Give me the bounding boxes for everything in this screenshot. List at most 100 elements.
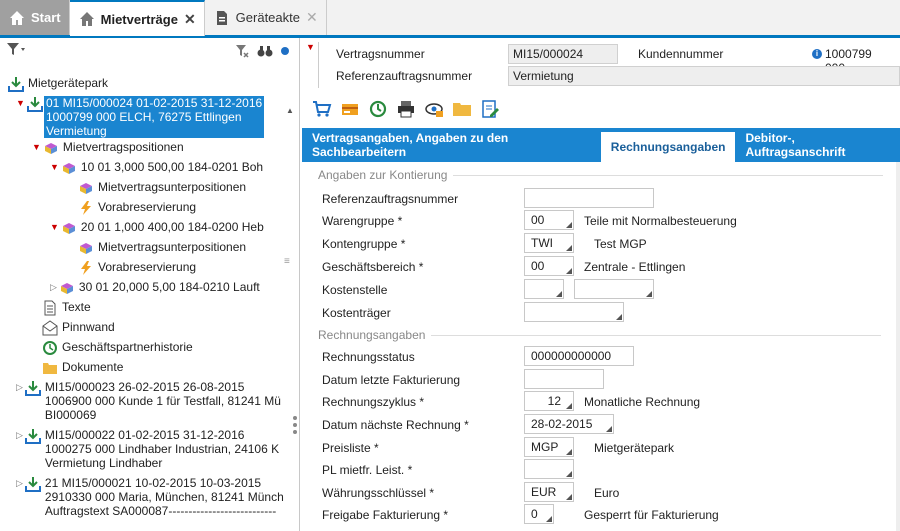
expand-caret-icon[interactable]: ▼ bbox=[50, 220, 59, 234]
edit-document-icon[interactable] bbox=[480, 99, 500, 119]
section-rechnungsangaben: Rechnungsangaben bbox=[318, 328, 882, 342]
collapse-caret-icon[interactable]: ▷ bbox=[16, 428, 23, 442]
referenz-form-field[interactable] bbox=[524, 188, 654, 208]
collapse-caret-icon[interactable]: ▷ bbox=[16, 476, 23, 490]
pos3-label: 30 01 20,000 5,00 184-0210 Lauft bbox=[78, 280, 260, 294]
splitter-handle[interactable] bbox=[293, 416, 297, 437]
tab-geraeteakte[interactable]: Geräteakte ✕ bbox=[204, 0, 327, 35]
history-icon[interactable] bbox=[368, 99, 388, 119]
preisliste-select[interactable]: MGP bbox=[524, 437, 574, 457]
tree-item-pos2-sub[interactable]: Mietvertragsunterpositionen bbox=[78, 240, 246, 256]
tree-item-contract-text[interactable]: 01 MI15/000024 01-02-2015 31-12-2016 100… bbox=[44, 96, 264, 138]
tab-geraeteakte-label: Geräteakte bbox=[235, 10, 300, 25]
tab-start[interactable]: Start bbox=[0, 0, 70, 35]
invoice-form: Angaben zur Kontierung Referenzauftragsn… bbox=[302, 162, 900, 531]
pos1-label: 10 01 3,000 500,00 184-0201 Boh bbox=[80, 160, 264, 174]
expand-caret-icon[interactable]: ▼ bbox=[50, 160, 59, 174]
tree-item-contract-4[interactable]: ▷ 21 MI15/000021 10-02-2015 10-03-2015 2… bbox=[16, 476, 284, 518]
contract-line-3: Vermietung bbox=[46, 124, 107, 138]
form-scrollbar[interactable] bbox=[896, 162, 900, 531]
kontengruppe-label: Kontengruppe * bbox=[322, 237, 406, 251]
contract2-line-3: BI000069 bbox=[44, 408, 97, 422]
collapse-header-icon[interactable]: ▼ bbox=[306, 42, 315, 52]
tab-vertragsangaben[interactable]: Vertragsangaben, Angaben zu den Sachbear… bbox=[302, 128, 601, 162]
pl-mietfr-select[interactable] bbox=[524, 459, 574, 479]
tree-item-contract-selected[interactable]: ▼ bbox=[16, 96, 47, 112]
letzte-fakturierung-field[interactable] bbox=[524, 369, 604, 389]
close-icon[interactable]: ✕ bbox=[306, 9, 318, 26]
tab-debitor[interactable]: Debitor-, Auftragsanschrift bbox=[735, 128, 900, 162]
tree-root-label: Mietgerätepark bbox=[28, 76, 109, 90]
vertragsnummer-field[interactable]: MI15/000024 bbox=[508, 44, 618, 64]
kundennummer-label: Kundennummer bbox=[638, 47, 724, 61]
home-icon bbox=[10, 10, 24, 25]
tree-item-root[interactable]: Mietgerätepark bbox=[8, 76, 108, 92]
shopping-cart-icon[interactable] bbox=[312, 99, 332, 119]
vertragsnummer-label: Vertragsnummer bbox=[336, 47, 425, 61]
tree-item-historie[interactable]: Geschäftspartnerhistorie bbox=[42, 340, 193, 356]
waehrung-label: Währungsschlüssel * bbox=[322, 486, 435, 500]
collapse-caret-icon[interactable]: ▷ bbox=[50, 280, 57, 294]
status-dot-icon[interactable] bbox=[281, 47, 289, 55]
rechnungsstatus-field[interactable]: 000000000000 bbox=[524, 346, 634, 366]
tree-item-pos2-reservation[interactable]: Vorabreservierung bbox=[78, 260, 196, 276]
section-kontierung-title: Angaben zur Kontierung bbox=[318, 168, 448, 182]
kontengruppe-select[interactable]: TWI bbox=[524, 233, 574, 253]
tree-item-pos2[interactable]: ▼ 20 01 1,000 400,00 184-0200 Heb bbox=[50, 220, 264, 236]
folder-icon[interactable] bbox=[452, 99, 472, 119]
kostentraeger-select[interactable] bbox=[524, 302, 624, 322]
filter-icon[interactable] bbox=[6, 41, 26, 62]
tree-item-pos1-sub[interactable]: Mietvertragsunterpositionen bbox=[78, 180, 246, 196]
tree-item-contract-3[interactable]: ▷ MI15/000022 01-02-2015 31-12-2016 1000… bbox=[16, 428, 279, 470]
tree-item-positions[interactable]: ▼ Mietvertragspositionen bbox=[32, 140, 184, 156]
kostenstelle-select[interactable] bbox=[524, 279, 564, 299]
geschaeftsbereich-label: Geschäftsbereich * bbox=[322, 260, 424, 274]
binoculars-icon[interactable] bbox=[257, 44, 273, 58]
cube-stack-icon bbox=[44, 143, 57, 154]
kundennummer-field[interactable]: 1000799 000 bbox=[808, 44, 900, 75]
referenz-field[interactable]: Vermietung bbox=[508, 66, 900, 86]
tab-mietvertraege[interactable]: Mietverträge ✕ bbox=[69, 0, 205, 36]
cube-stack-icon bbox=[60, 283, 73, 294]
kostenstelle-desc-field[interactable] bbox=[574, 279, 654, 299]
app-window: Start Mietverträge ✕ Geräteakte ✕ ▲ Miet… bbox=[0, 0, 900, 531]
tree-item-contract-2[interactable]: ▷ MI15/000023 26-02-2015 26-08-2015 1006… bbox=[16, 380, 281, 422]
tree-item-texte[interactable]: Texte bbox=[42, 300, 91, 316]
contract4-line-3: Auftragstext SA000087-------------------… bbox=[44, 504, 277, 518]
expand-caret-icon[interactable]: ▼ bbox=[32, 140, 41, 154]
kostenstelle-label: Kostenstelle bbox=[322, 283, 388, 297]
letzte-fakturierung-label: Datum letzte Fakturierung bbox=[322, 373, 461, 387]
pos2-sub1-label: Mietvertragsunterpositionen bbox=[98, 240, 247, 254]
resize-grip-icon[interactable]: ≡ bbox=[284, 256, 290, 267]
section-kontierung: Angaben zur Kontierung bbox=[318, 168, 884, 182]
warengruppe-select[interactable]: 00 bbox=[524, 210, 574, 230]
tree-panel: ▲ Mietgerätepark ▼ 01 MI15/000024 01-02-… bbox=[0, 38, 300, 531]
rechnungszyklus-desc: Monatliche Rechnung bbox=[584, 395, 701, 409]
scroll-up-icon[interactable]: ▲ bbox=[286, 106, 294, 115]
close-icon[interactable]: ✕ bbox=[184, 11, 196, 28]
tree-item-dokumente[interactable]: Dokumente bbox=[42, 360, 123, 376]
invoice-icon[interactable] bbox=[340, 99, 360, 119]
expand-caret-icon[interactable]: ▼ bbox=[16, 96, 25, 110]
collapse-caret-icon[interactable]: ▷ bbox=[16, 380, 23, 394]
tree-item-pinnwand[interactable]: Pinnwand bbox=[42, 320, 115, 336]
envelope-icon bbox=[42, 320, 58, 336]
filter-clear-icon[interactable] bbox=[235, 44, 249, 58]
naechste-rechnung-field[interactable]: 28-02-2015 bbox=[524, 414, 614, 434]
kostentraeger-label: Kostenträger bbox=[322, 306, 391, 320]
geschaeftsbereich-select[interactable]: 00 bbox=[524, 256, 574, 276]
tree-item-pos1[interactable]: ▼ 10 01 3,000 500,00 184-0201 Boh bbox=[50, 160, 263, 176]
contract-line-2: 1000799 000 ELCH, 76275 Ettlingen bbox=[46, 110, 242, 124]
tab-rechnungsangaben[interactable]: Rechnungsangaben bbox=[600, 132, 736, 162]
contract-header: ▼ Vertragsnummer MI15/000024 Kundennumme… bbox=[302, 38, 900, 90]
download-icon bbox=[24, 429, 41, 444]
tree-item-pos3[interactable]: ▷ 30 01 20,000 5,00 184-0210 Lauft bbox=[50, 280, 260, 296]
preview-icon[interactable] bbox=[424, 99, 444, 119]
pos1-sub2-label: Vorabreservierung bbox=[98, 200, 197, 214]
tree-item-pos1-reservation[interactable]: Vorabreservierung bbox=[78, 200, 196, 216]
download-icon bbox=[24, 381, 41, 396]
rechnungszyklus-select[interactable]: 12 bbox=[524, 391, 574, 411]
waehrung-select[interactable]: EUR bbox=[524, 482, 574, 502]
freigabe-select[interactable]: 0 bbox=[524, 504, 554, 524]
printer-icon[interactable] bbox=[396, 99, 416, 119]
